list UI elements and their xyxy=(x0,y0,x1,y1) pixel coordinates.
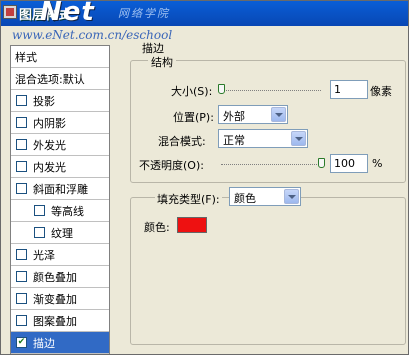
watermark-cn: 网络学院 xyxy=(118,7,170,20)
watermark-logo: Net xyxy=(40,0,95,27)
chevron-down-icon[interactable] xyxy=(284,189,299,204)
checkbox[interactable] xyxy=(16,293,27,304)
style-item[interactable]: 光泽 xyxy=(11,244,109,266)
size-slider-track[interactable] xyxy=(221,90,321,91)
style-item[interactable]: 渐变叠加 xyxy=(11,288,109,310)
style-item-label: 描边 xyxy=(33,336,55,350)
style-item[interactable]: ✔ 描边 xyxy=(11,332,109,354)
checkbox[interactable] xyxy=(34,205,45,216)
opacity-label: 不透明度(O): xyxy=(139,159,204,172)
app-icon xyxy=(3,5,17,19)
chevron-down-icon[interactable] xyxy=(291,131,306,146)
style-item-label: 渐变叠加 xyxy=(33,292,77,306)
checkbox[interactable] xyxy=(16,271,27,282)
style-item[interactable]: 斜面和浮雕 xyxy=(11,178,109,200)
checkbox[interactable] xyxy=(16,183,27,194)
style-item-label: 纹理 xyxy=(51,226,73,240)
blend-mode-select[interactable]: 正常 xyxy=(218,129,308,148)
checkbox-checked[interactable]: ✔ xyxy=(16,337,27,348)
color-label: 颜色: xyxy=(144,221,170,234)
checkbox[interactable] xyxy=(16,249,27,260)
position-label: 位置(P): xyxy=(173,111,214,124)
style-item-label: 图案叠加 xyxy=(33,314,77,328)
fill-group xyxy=(130,197,406,345)
checkbox[interactable] xyxy=(34,227,45,238)
fill-type-select[interactable]: 颜色 xyxy=(229,187,301,206)
size-input[interactable]: 1 xyxy=(330,80,368,99)
style-item[interactable]: 投影 xyxy=(11,90,109,112)
style-item-label: 外发光 xyxy=(33,138,66,152)
position-select[interactable]: 外部 xyxy=(218,105,288,124)
watermark-url: www.eNet.com.cn/eschool xyxy=(12,28,173,42)
checkbox[interactable] xyxy=(16,117,27,128)
style-item[interactable]: 纹理 xyxy=(11,222,109,244)
style-item-label: 颜色叠加 xyxy=(33,270,77,284)
size-unit: 像素 xyxy=(370,85,392,98)
opacity-slider-track[interactable] xyxy=(221,164,321,165)
opacity-slider-thumb[interactable] xyxy=(318,158,325,168)
style-item[interactable]: 图案叠加 xyxy=(11,310,109,332)
style-item[interactable]: 内阴影 xyxy=(11,112,109,134)
color-swatch[interactable] xyxy=(177,217,207,233)
size-label: 大小(S): xyxy=(171,85,213,98)
blend-mode-label: 混合模式: xyxy=(158,135,206,148)
size-slider-thumb[interactable] xyxy=(218,84,225,94)
opacity-input[interactable]: 100 xyxy=(330,154,368,173)
style-item-label: 内阴影 xyxy=(33,116,66,130)
style-item[interactable]: 等高线 xyxy=(11,200,109,222)
checkbox[interactable] xyxy=(16,139,27,150)
chevron-down-icon[interactable] xyxy=(271,107,286,122)
fill-type-label: 填充类型(F): xyxy=(155,191,222,207)
stroke-panel: 描边 结构 大小(S): 1 像素 位置(P): 外部 混合模式: 正常 不透明… xyxy=(118,35,409,355)
blend-mode-value: 正常 xyxy=(223,134,245,147)
style-list: 样式 混合选项:默认 投影内阴影外发光内发光斜面和浮雕等高线纹理光泽颜色叠加渐变… xyxy=(10,45,110,355)
opacity-unit: % xyxy=(372,157,383,170)
style-item-label: 斜面和浮雕 xyxy=(33,182,88,196)
styles-header[interactable]: 样式 xyxy=(11,46,109,68)
title-bar: 图层样式 Net 网络学院 xyxy=(0,0,409,27)
checkbox[interactable] xyxy=(16,161,27,172)
checkbox[interactable] xyxy=(16,95,27,106)
structure-title: 结构 xyxy=(148,54,176,70)
style-item-label: 等高线 xyxy=(51,204,84,218)
style-item-label: 投影 xyxy=(33,94,55,108)
style-item-label: 光泽 xyxy=(33,248,55,262)
style-item[interactable]: 外发光 xyxy=(11,134,109,156)
blending-options[interactable]: 混合选项:默认 xyxy=(11,68,109,90)
style-item-label: 内发光 xyxy=(33,160,66,174)
position-value: 外部 xyxy=(223,110,245,123)
style-item[interactable]: 颜色叠加 xyxy=(11,266,109,288)
style-item[interactable]: 内发光 xyxy=(11,156,109,178)
checkbox[interactable] xyxy=(16,315,27,326)
fill-type-value: 颜色 xyxy=(234,192,256,205)
